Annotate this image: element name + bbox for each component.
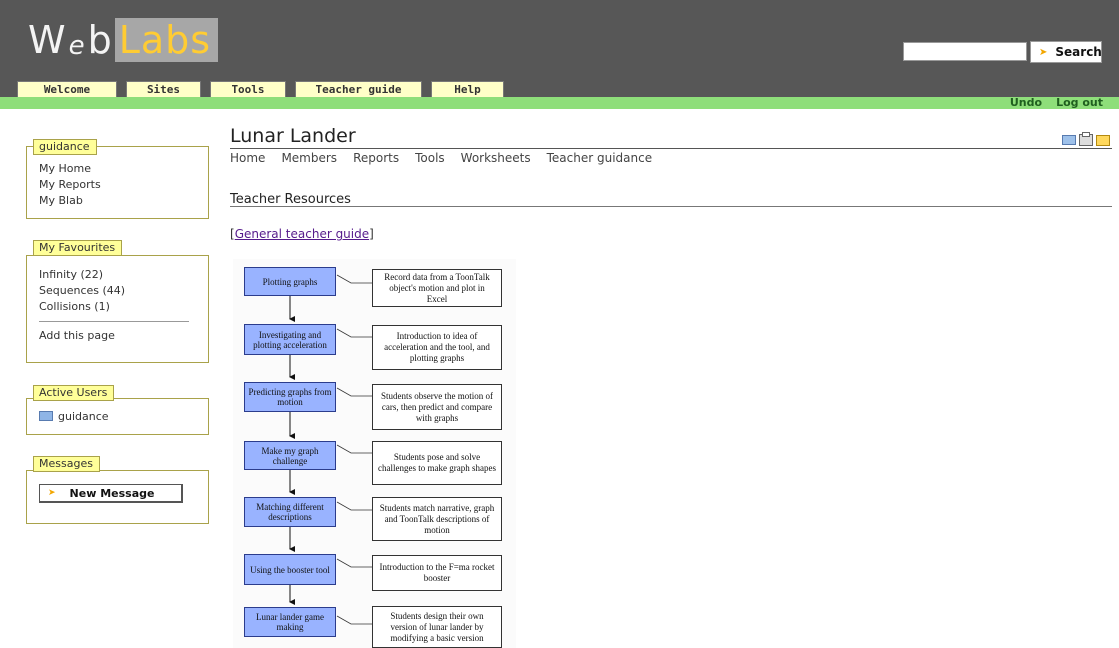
- title-rule: [230, 148, 1112, 149]
- utility-bar: Undo Log out: [1010, 97, 1103, 109]
- logout-link[interactable]: Log out: [1056, 97, 1103, 109]
- site-header: We b Labs ➤ Search Welcome Sites Tools Tea…: [0, 0, 1119, 97]
- flow-note-6: Introduction to the F=ma rocket booster: [372, 555, 502, 591]
- general-teacher-guide-link[interactable]: General teacher guide: [235, 227, 369, 241]
- top-navigation: Welcome Sites Tools Teacher guide Help: [17, 81, 513, 97]
- print-icon[interactable]: [1079, 132, 1093, 146]
- page-title: Lunar Lander: [230, 125, 356, 147]
- flow-step-1: Plotting graphs: [244, 267, 336, 296]
- sidebar-link-my-reports[interactable]: My Reports: [39, 177, 101, 193]
- favourites-box: Infinity (22) Sequences (44) Collisions …: [26, 255, 209, 363]
- flow-step-2: Investigating and plotting acceleration: [244, 324, 336, 355]
- subnav-worksheets[interactable]: Worksheets: [461, 151, 531, 165]
- sidebar-link-my-blab[interactable]: My Blab: [39, 193, 101, 209]
- folder-icon[interactable]: [1096, 134, 1110, 146]
- logo-b: b: [87, 18, 113, 62]
- flow-note-3: Students observe the motion of cars, the…: [372, 384, 502, 430]
- add-this-page-link[interactable]: Add this page: [39, 328, 195, 344]
- weblabs-logo[interactable]: We b Labs: [28, 18, 219, 62]
- tab-welcome[interactable]: Welcome: [17, 81, 117, 97]
- favourite-infinity[interactable]: Infinity (22): [39, 267, 195, 283]
- new-message-button[interactable]: ➤ New Message: [39, 484, 183, 503]
- subnav-home[interactable]: Home: [230, 151, 265, 165]
- tab-sites[interactable]: Sites: [126, 81, 201, 97]
- subnav-reports[interactable]: Reports: [353, 151, 399, 165]
- bracket-close: ]: [369, 227, 374, 241]
- subnav-members[interactable]: Members: [281, 151, 337, 165]
- tab-tools[interactable]: Tools: [210, 81, 286, 97]
- page-subnav: Home Members Reports Tools Worksheets Te…: [230, 151, 668, 165]
- search-button[interactable]: ➤ Search: [1030, 41, 1102, 63]
- active-users-box: guidance: [26, 398, 209, 435]
- active-user-name: guidance: [58, 410, 109, 423]
- page-actions: [1062, 132, 1110, 146]
- subnav-tools[interactable]: Tools: [415, 151, 445, 165]
- favourite-collisions[interactable]: Collisions (1): [39, 299, 195, 315]
- undo-link[interactable]: Undo: [1010, 97, 1042, 109]
- active-user-guidance[interactable]: guidance: [39, 409, 109, 425]
- search-button-label: Search: [1055, 45, 1102, 59]
- flow-step-5: Matching different descriptions: [244, 497, 336, 527]
- messages-box-title: Messages: [33, 456, 100, 472]
- mail-icon: [39, 411, 53, 421]
- general-teacher-guide: [General teacher guide]: [230, 227, 374, 241]
- flow-note-5: Students match narrative, graph and Toon…: [372, 497, 502, 541]
- guidance-box-title: guidance: [33, 139, 97, 155]
- search-input[interactable]: [903, 42, 1027, 61]
- flow-step-7: Lunar lander game making: [244, 607, 336, 637]
- tab-help[interactable]: Help: [431, 81, 504, 97]
- flow-step-4: Make my graph challenge: [244, 441, 336, 470]
- active-users-box-title: Active Users: [33, 385, 115, 401]
- favourite-sequences[interactable]: Sequences (44): [39, 283, 195, 299]
- logo-labs: Labs: [114, 18, 219, 62]
- flow-note-4: Students pose and solve challenges to ma…: [372, 441, 502, 485]
- search-arrow-icon: ➤: [1039, 46, 1048, 58]
- favourites-divider: [39, 321, 189, 322]
- flow-step-6: Using the booster tool: [244, 554, 336, 585]
- new-message-arrow-icon: ➤: [48, 488, 56, 498]
- section-rule: [230, 206, 1112, 207]
- logo-e: e: [68, 31, 86, 61]
- flow-step-3: Predicting graphs from motion: [244, 382, 336, 412]
- green-bar: [0, 97, 1119, 109]
- favourites-box-title: My Favourites: [33, 240, 123, 256]
- flow-note-7: Students design their own version of lun…: [372, 606, 502, 648]
- guidance-box: My Home My Reports My Blab: [26, 146, 209, 219]
- section-title: Teacher Resources: [230, 192, 351, 207]
- lesson-flowchart: Plotting graphs Record data from a ToonT…: [233, 259, 516, 648]
- flow-note-1: Record data from a ToonTalk object's mot…: [372, 269, 502, 307]
- tab-teacher-guide[interactable]: Teacher guide: [295, 81, 422, 97]
- sidebar-link-my-home[interactable]: My Home: [39, 161, 101, 177]
- logo-w: W: [28, 18, 67, 62]
- subnav-teacher-guidance[interactable]: Teacher guidance: [547, 151, 652, 165]
- email-page-icon[interactable]: [1062, 135, 1076, 145]
- flow-note-2: Introduction to idea of acceleration and…: [372, 325, 502, 370]
- messages-box: ➤ New Message: [26, 470, 209, 524]
- new-message-label: New Message: [69, 486, 155, 500]
